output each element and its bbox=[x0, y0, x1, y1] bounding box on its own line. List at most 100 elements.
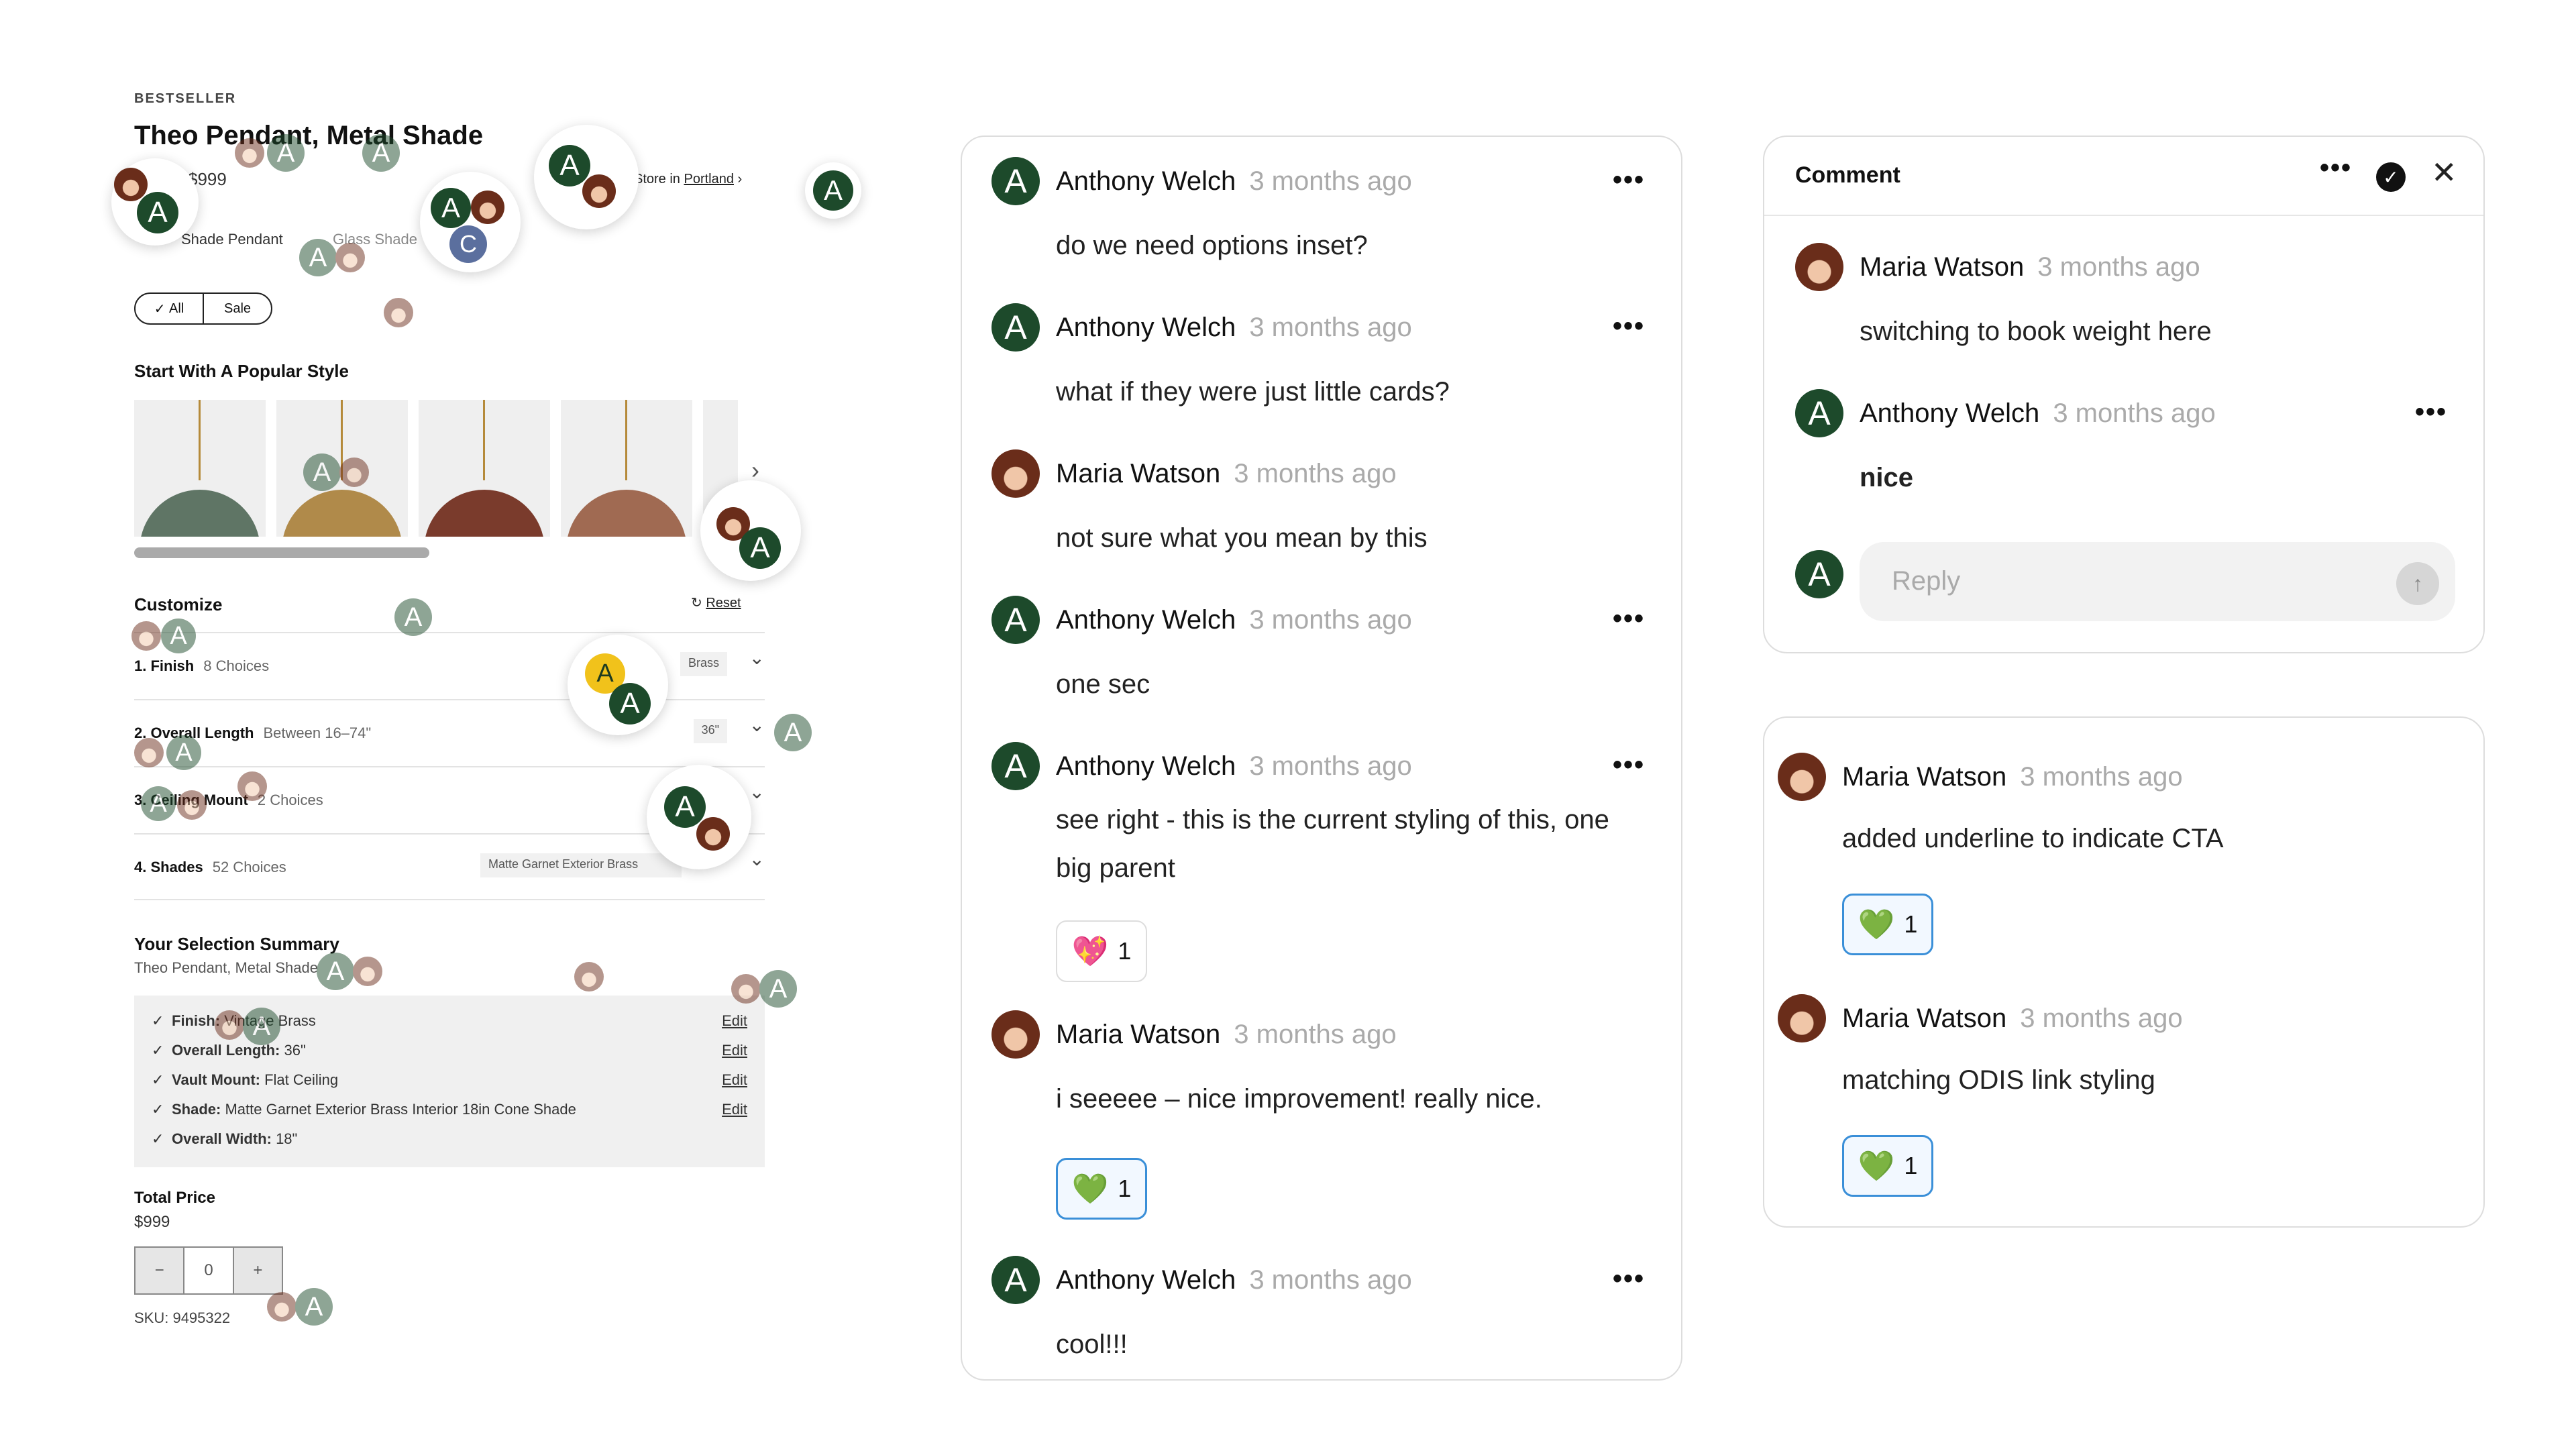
pendant-shade-image bbox=[282, 490, 402, 537]
more-icon[interactable]: ••• bbox=[1613, 604, 1645, 634]
quantity-input[interactable]: 0 bbox=[183, 1248, 234, 1293]
check-icon: ✓ bbox=[152, 1071, 164, 1088]
avatar[interactable] bbox=[235, 138, 264, 168]
check-icon: ✓ bbox=[152, 1101, 164, 1118]
option-row-length[interactable]: 2. Overall Length Between 16–74" 36" ⌄ bbox=[134, 699, 765, 766]
avatar bbox=[991, 1010, 1040, 1059]
avatar[interactable]: A bbox=[243, 1008, 280, 1045]
more-icon[interactable]: ••• bbox=[1613, 750, 1645, 780]
chevron-down-icon[interactable]: ⌄ bbox=[749, 714, 765, 736]
style-thumbnail[interactable] bbox=[419, 400, 550, 537]
reaction-button[interactable]: 💚 1 bbox=[1842, 1135, 1933, 1197]
avatar[interactable]: A bbox=[267, 134, 305, 172]
timestamp: 3 months ago bbox=[1249, 605, 1412, 635]
comment-pin[interactable]: A bbox=[534, 125, 639, 229]
avatar[interactable] bbox=[384, 298, 413, 327]
avatar[interactable]: A bbox=[295, 1288, 333, 1326]
avatar[interactable]: A bbox=[141, 786, 176, 821]
timestamp: 3 months ago bbox=[1249, 1265, 1412, 1295]
more-icon[interactable]: ••• bbox=[2320, 153, 2352, 183]
summary-value: 18" bbox=[276, 1130, 298, 1147]
increment-button[interactable]: + bbox=[234, 1248, 282, 1293]
summary-line: ✓ Overall Width: 18" bbox=[152, 1124, 747, 1154]
comment-body: added underline to indicate CTA bbox=[1842, 824, 2224, 853]
avatar[interactable] bbox=[131, 621, 161, 651]
avatar[interactable] bbox=[353, 957, 382, 986]
reset-button[interactable]: ↻ Reset bbox=[691, 594, 741, 611]
reset-label: Reset bbox=[706, 596, 741, 610]
author-name: Maria Watson bbox=[1842, 1004, 2007, 1033]
avatar[interactable]: A bbox=[759, 970, 797, 1008]
reaction-button[interactable]: 💚 1 bbox=[1842, 894, 1933, 955]
decrement-button[interactable]: − bbox=[136, 1248, 183, 1293]
resolve-icon[interactable]: ✓ bbox=[2376, 162, 2406, 192]
avatar[interactable]: A bbox=[394, 598, 432, 636]
variant-tab-shade-pendant[interactable]: Shade Pendant bbox=[181, 231, 283, 248]
comment-pin[interactable]: A bbox=[805, 162, 861, 219]
comment-header: Maria Watson 3 months ago bbox=[1842, 762, 2183, 792]
avatar: A bbox=[991, 1256, 1040, 1304]
carousel-scrollbar[interactable] bbox=[134, 547, 429, 558]
reply-input[interactable]: Reply ↑ bbox=[1860, 542, 2455, 621]
comment-header: Anthony Welch 3 months ago bbox=[1056, 166, 1412, 197]
more-icon[interactable]: ••• bbox=[2415, 397, 2447, 427]
avatar[interactable] bbox=[339, 458, 369, 487]
style-thumbnail[interactable] bbox=[561, 400, 692, 537]
chevron-down-icon[interactable]: ⌄ bbox=[749, 848, 765, 870]
comment-body: what if they were just little cards? bbox=[1056, 377, 1450, 407]
comment-header: Anthony Welch 3 months ago bbox=[1860, 398, 2216, 429]
avatar[interactable]: A bbox=[303, 453, 341, 491]
avatar: A bbox=[813, 170, 853, 211]
close-icon[interactable]: ✕ bbox=[2431, 154, 2457, 191]
customize-heading: Customize bbox=[134, 594, 223, 614]
option-row-finish[interactable]: 1. Finish 8 Choices Brass ⌄ bbox=[134, 632, 765, 699]
avatar[interactable]: A bbox=[161, 619, 196, 653]
avatar[interactable] bbox=[574, 962, 604, 991]
avatar[interactable] bbox=[267, 1292, 297, 1322]
more-icon[interactable]: ••• bbox=[1613, 311, 1645, 341]
store-link[interactable]: Store in Portland › bbox=[634, 172, 742, 187]
comment-pin[interactable]: A bbox=[700, 480, 801, 581]
avatar[interactable]: A bbox=[166, 735, 201, 770]
edit-link[interactable]: Edit bbox=[722, 1042, 747, 1059]
send-icon[interactable]: ↑ bbox=[2396, 562, 2439, 605]
summary-key: Vault Mount: bbox=[172, 1071, 260, 1088]
avatar[interactable]: A bbox=[299, 239, 337, 276]
comment-pin[interactable]: A bbox=[647, 765, 751, 869]
reaction-count: 1 bbox=[1118, 1175, 1132, 1202]
avatar[interactable] bbox=[215, 1010, 244, 1040]
reaction-count: 1 bbox=[1904, 1152, 1918, 1179]
avatar: C bbox=[449, 225, 487, 263]
style-thumbnail[interactable] bbox=[134, 400, 266, 537]
summary-heading: Your Selection Summary bbox=[134, 934, 339, 954]
avatar[interactable]: A bbox=[317, 953, 354, 990]
avatar[interactable] bbox=[237, 771, 267, 801]
chevron-right-icon: › bbox=[737, 172, 743, 186]
filter-all[interactable]: ✓ All bbox=[136, 294, 204, 323]
comment-header: Maria Watson 3 months ago bbox=[1056, 459, 1397, 489]
chevron-down-icon[interactable]: ⌄ bbox=[749, 781, 765, 803]
reaction-button[interactable]: 💚 1 bbox=[1056, 1158, 1147, 1220]
chevron-down-icon[interactable]: ⌄ bbox=[749, 647, 765, 669]
author-name: Maria Watson bbox=[1056, 459, 1221, 488]
avatar[interactable] bbox=[134, 738, 164, 767]
comment-pin[interactable]: A C bbox=[420, 172, 521, 272]
author-name: Anthony Welch bbox=[1056, 313, 1236, 342]
pendant-shade-image bbox=[424, 490, 545, 537]
edit-link[interactable]: Edit bbox=[722, 1012, 747, 1030]
edit-link[interactable]: Edit bbox=[722, 1071, 747, 1089]
avatar[interactable]: A bbox=[362, 134, 400, 172]
edit-link[interactable]: Edit bbox=[722, 1101, 747, 1118]
reaction-button[interactable]: 💖 1 bbox=[1056, 920, 1147, 982]
more-icon[interactable]: ••• bbox=[1613, 1264, 1645, 1294]
avatar[interactable] bbox=[335, 243, 365, 272]
comment-header: Maria Watson 3 months ago bbox=[1842, 1004, 2183, 1034]
pendant-shade-image bbox=[140, 490, 260, 537]
avatar[interactable]: A bbox=[774, 714, 812, 751]
comment-pin[interactable]: A bbox=[111, 158, 199, 246]
avatar[interactable] bbox=[177, 790, 207, 820]
more-icon[interactable]: ••• bbox=[1613, 165, 1645, 195]
comment-pin[interactable]: A A bbox=[568, 635, 668, 735]
avatar[interactable] bbox=[731, 974, 761, 1004]
filter-sale[interactable]: Sale bbox=[204, 294, 271, 323]
